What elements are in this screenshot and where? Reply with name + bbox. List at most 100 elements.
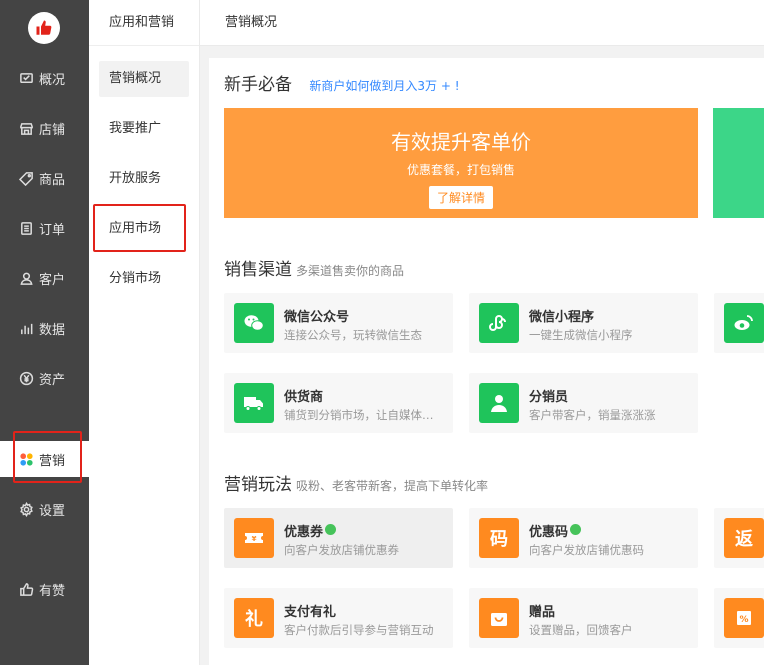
gift-icon: 礼 <box>234 598 274 638</box>
sidebar-item-label: 有赞 <box>39 583 66 599</box>
card-title: 微信小程序 <box>529 310 595 325</box>
store-icon <box>18 120 34 136</box>
shopping-bag-icon <box>479 598 519 638</box>
code-icon: 码 <box>479 518 519 558</box>
overview-icon <box>18 70 34 86</box>
user-icon <box>18 270 34 286</box>
card-title-text: 优惠码 <box>529 525 569 540</box>
weibo-icon <box>724 303 764 343</box>
sidebar-item-store[interactable]: 店铺 <box>0 110 89 146</box>
card-wechat-official[interactable]: 微信公众号 连接公众号，玩转微信生态 <box>224 293 453 353</box>
thumbs-up-logo-icon <box>36 20 52 35</box>
card-pay-gift[interactable]: 礼 支付有礼 客户付款后引导参与营销互动 <box>224 588 453 648</box>
card-desc: 客户付款后引导参与营销互动 <box>284 623 434 637</box>
card-desc: 设置赠品，回馈客户 <box>529 623 633 637</box>
card-weibo[interactable] <box>714 293 764 353</box>
subnav-item-open-services[interactable]: 开放服务 <box>99 161 189 197</box>
sidebar-item-overview[interactable]: 概况 <box>0 60 89 96</box>
content-panel: 新手必备 新商户如何做到月入3万 + ! 有效提升客单价 优惠套餐，打包销售 了… <box>209 58 764 665</box>
card-desc: 铺货到分销市场，让自媒体帮你卖货 <box>284 408 444 422</box>
card-supplier[interactable]: 供货商 铺货到分销市场，让自媒体帮你卖货 <box>224 373 453 433</box>
app-root: 概况 店铺 商品 订单 客户 数据 资产 营销 设置 有赞 应用和营销 营销概况… <box>0 0 764 665</box>
sidebar-item-data[interactable]: 数据 <box>0 310 89 346</box>
secondary-sidebar: 应用和营销 营销概况 我要推广 开放服务 应用市场 分销市场 <box>89 0 200 665</box>
card-desc: 连接公众号，玩转微信生态 <box>284 328 422 342</box>
banner-subtitle: 优惠套餐，打包销售 <box>406 163 515 177</box>
sidebar-item-marketing[interactable]: 营销 <box>0 441 89 477</box>
card-desc: 一键生成微信小程序 <box>529 328 633 342</box>
sidebar-item-label: 资产 <box>39 372 66 388</box>
primary-sidebar: 概况 店铺 商品 订单 客户 数据 资产 营销 设置 有赞 <box>0 0 89 665</box>
sidebar-item-label: 设置 <box>39 503 66 519</box>
subnav-item-distribution-market[interactable]: 分销市场 <box>99 261 189 297</box>
card-title: 支付有礼 <box>284 605 337 620</box>
subnav-item-app-market[interactable]: 应用市场 <box>99 211 189 247</box>
card-title: 优惠码 <box>529 521 582 540</box>
card-coupon[interactable]: ¥ 优惠券 向客户发放店铺优惠券 <box>224 508 453 568</box>
sidebar-item-label: 数据 <box>39 322 66 338</box>
sidebar-item-label: 订单 <box>39 222 66 238</box>
card-wechat-miniprogram[interactable]: 微信小程序 一键生成微信小程序 <box>469 293 698 353</box>
card-title: 赠品 <box>529 605 556 620</box>
newbie-title: 新手必备 <box>224 75 292 95</box>
sidebar-item-label: 商品 <box>39 172 66 188</box>
svg-text:%: % <box>739 615 748 625</box>
card-coupon-code[interactable]: 码 优惠码 向客户发放店铺优惠码 <box>469 508 698 568</box>
certified-badge-icon <box>325 524 337 535</box>
newbie-section-title: 新手必备 新商户如何做到月入3万 + ! <box>224 70 460 95</box>
certified-badge-icon <box>570 524 582 535</box>
marketing-title: 营销玩法 <box>224 475 292 495</box>
truck-icon <box>234 383 274 423</box>
sidebar-item-assets[interactable]: 资产 <box>0 360 89 396</box>
sidebar-item-label: 店铺 <box>39 122 66 138</box>
banner-title: 有效提升客单价 <box>391 130 531 154</box>
sidebar-item-goods[interactable]: 商品 <box>0 160 89 196</box>
card-cashback[interactable]: 返 <box>714 508 764 568</box>
logo[interactable] <box>28 12 60 44</box>
sidebar-item-label: 营销 <box>39 453 66 469</box>
content-gutter <box>200 46 209 665</box>
subnav-item-promote[interactable]: 我要推广 <box>99 111 189 147</box>
banner-learn-more-button[interactable]: 了解详情 <box>428 186 493 209</box>
chart-icon <box>18 320 34 336</box>
sidebar-item-youzan[interactable]: 有赞 <box>0 571 89 607</box>
page-header: 营销概况 <box>200 0 764 46</box>
card-title: 供货商 <box>284 390 324 405</box>
secondary-sidebar-title: 应用和营销 <box>89 0 199 46</box>
svg-text:¥: ¥ <box>252 535 257 543</box>
page-title: 营销概况 <box>225 15 278 30</box>
gear-icon <box>18 501 34 517</box>
card-title: 优惠券 <box>284 521 337 540</box>
subnav-item-marketing-overview[interactable]: 营销概况 <box>99 61 189 97</box>
promo-banner[interactable]: 有效提升客单价 优惠套餐，打包销售 了解详情 <box>224 108 698 218</box>
card-title: 分销员 <box>529 390 569 405</box>
card-discount[interactable]: % <box>714 588 764 648</box>
channels-title: 销售渠道 <box>224 260 292 280</box>
distributor-user-icon <box>479 383 519 423</box>
promo-banner-2[interactable] <box>713 108 764 218</box>
sidebar-item-settings[interactable]: 设置 <box>0 491 89 527</box>
marketing-icon <box>18 451 34 467</box>
yen-icon <box>18 370 34 386</box>
sidebar-item-orders[interactable]: 订单 <box>0 210 89 246</box>
card-title-text: 优惠券 <box>284 525 324 540</box>
thumb-icon <box>18 581 34 597</box>
wechat-icon <box>234 303 274 343</box>
card-freebie[interactable]: 赠品 设置赠品，回馈客户 <box>469 588 698 648</box>
newbie-guide-link[interactable]: 新商户如何做到月入3万 + ! <box>309 79 459 93</box>
miniprogram-icon <box>479 303 519 343</box>
card-desc: 向客户发放店铺优惠券 <box>284 543 399 557</box>
sidebar-item-label: 客户 <box>39 272 66 288</box>
channels-subtitle: 多渠道售卖你的商品 <box>296 264 405 278</box>
order-icon <box>18 220 34 236</box>
card-distributor[interactable]: 分销员 客户带客户，销量涨涨涨 <box>469 373 698 433</box>
marketing-subtitle: 吸粉、老客带新客，提高下单转化率 <box>296 479 489 493</box>
card-desc: 向客户发放店铺优惠码 <box>529 543 644 557</box>
sidebar-item-label: 概况 <box>39 72 66 88</box>
coupon-icon: ¥ <box>234 518 274 558</box>
sidebar-item-customers[interactable]: 客户 <box>0 260 89 296</box>
card-title: 微信公众号 <box>284 310 350 325</box>
discount-icon: % <box>724 598 764 638</box>
cashback-icon: 返 <box>724 518 764 558</box>
tag-icon <box>18 170 34 186</box>
